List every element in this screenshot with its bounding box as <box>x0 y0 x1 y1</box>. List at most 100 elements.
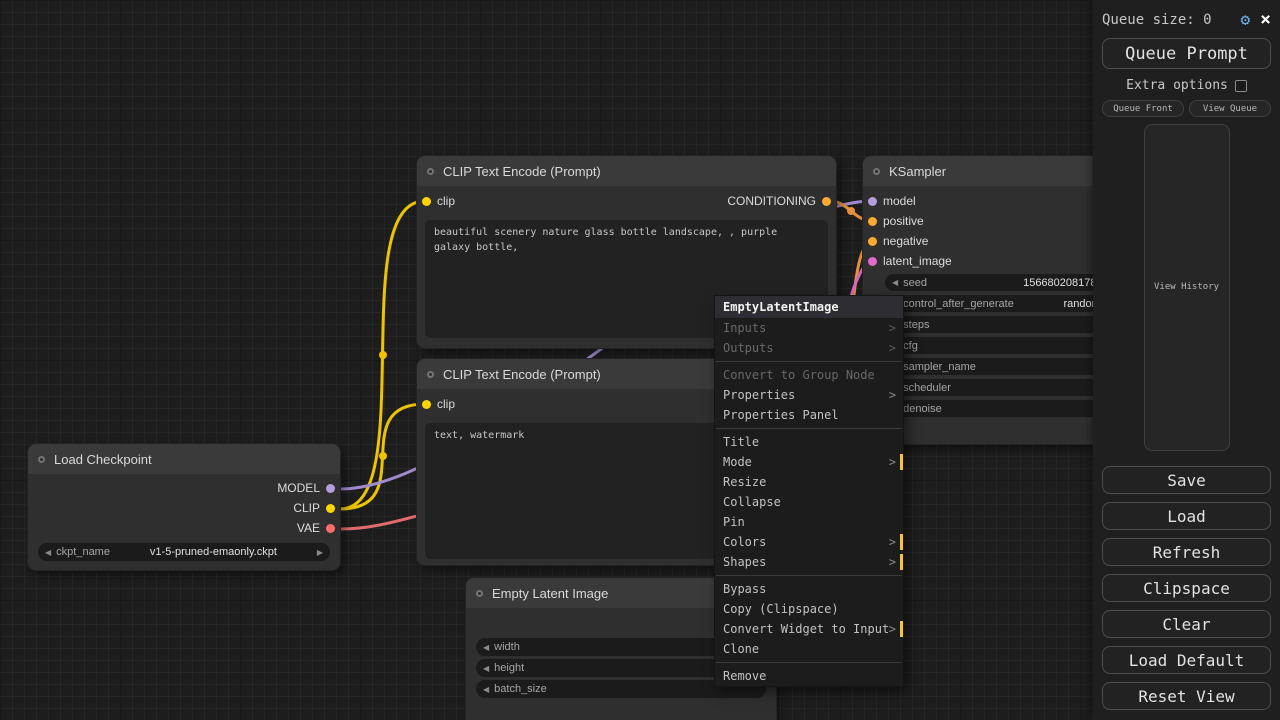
slot-label: VAE <box>296 521 320 535</box>
output-slot-vae[interactable]: VAE <box>297 521 335 535</box>
menu-item-outputs: Outputs <box>715 338 903 358</box>
node-status-icon <box>476 589 483 597</box>
node-title: Load Checkpoint <box>54 451 152 467</box>
latent-slot-icon[interactable] <box>868 256 877 266</box>
queue-size-label: Queue size: 0 <box>1102 11 1212 28</box>
slot-label: CLIP <box>293 501 320 515</box>
slot-label: positive <box>883 214 924 228</box>
node-title: CLIP Text Encode (Prompt) <box>443 163 601 179</box>
input-slot-latent-image[interactable]: latent_image <box>868 254 952 268</box>
queue-front-button[interactable]: Queue Front <box>1102 100 1184 117</box>
node-graph-canvas[interactable]: Load Checkpoint MODEL CLIP VAE ckpt_name… <box>0 0 1280 720</box>
close-icon[interactable]: × <box>1260 10 1271 29</box>
node-status-icon <box>38 455 45 463</box>
vae-slot-icon[interactable] <box>326 523 335 533</box>
widget-value: v1-5-pruned-emaonly.ckpt <box>149 546 277 558</box>
menu-item-collapse[interactable]: Collapse <box>715 492 903 512</box>
decrement-icon[interactable] <box>483 685 489 694</box>
decrement-icon[interactable] <box>483 664 489 673</box>
extra-options-label: Extra options <box>1126 78 1228 93</box>
menu-item-convert-widget-to-input[interactable]: Convert Widget to Input <box>715 619 903 639</box>
extra-options-checkbox[interactable] <box>1234 79 1247 92</box>
menu-item-remove[interactable]: Remove <box>715 666 903 686</box>
view-queue-button[interactable]: View Queue <box>1189 100 1271 117</box>
comfy-menu-panel: Queue size: 0 ⚙ × Queue Prompt Extra opt… <box>1093 0 1280 720</box>
menu-item-clone[interactable]: Clone <box>715 639 903 659</box>
conditioning-slot-icon[interactable] <box>822 196 831 206</box>
conditioning-slot-icon[interactable] <box>868 216 877 226</box>
menu-item-copy-clipspace[interactable]: Copy (Clipspace) <box>715 599 903 619</box>
output-slot-model[interactable]: MODEL <box>277 481 335 495</box>
menu-item-resize[interactable]: Resize <box>715 472 903 492</box>
model-slot-icon[interactable] <box>868 196 877 206</box>
widget-label: batch_size <box>494 683 547 695</box>
output-slot-clip[interactable]: CLIP <box>293 501 335 515</box>
widget-label: control_after_generate <box>903 297 1014 310</box>
ckpt-name-widget[interactable]: ckpt_name v1-5-pruned-emaonly.ckpt <box>38 543 330 561</box>
slot-label: latent_image <box>883 254 952 268</box>
menu-item-title[interactable]: Title <box>715 432 903 452</box>
node-title: Empty Latent Image <box>492 585 609 601</box>
widget-label: cfg <box>903 339 918 352</box>
clip-slot-icon[interactable] <box>422 196 431 206</box>
widget-value: 156680208178974 <box>1023 276 1115 289</box>
refresh-button[interactable]: Refresh <box>1102 538 1271 566</box>
menu-item-shapes[interactable]: Shapes <box>715 552 903 572</box>
model-slot-icon[interactable] <box>326 483 335 493</box>
menu-separator <box>716 662 902 663</box>
input-slot-clip[interactable]: clip <box>422 397 455 411</box>
output-slot-conditioning[interactable]: CONDITIONING <box>727 194 831 208</box>
slot-label: clip <box>437 397 456 411</box>
menu-separator <box>716 575 902 576</box>
view-history-button[interactable]: View History <box>1143 124 1230 451</box>
slot-label: negative <box>883 234 929 248</box>
menu-item-pin[interactable]: Pin <box>715 512 903 532</box>
menu-item-properties[interactable]: Properties <box>715 385 903 405</box>
save-button[interactable]: Save <box>1102 466 1271 494</box>
menu-item-colors[interactable]: Colors <box>715 532 903 552</box>
decrement-icon[interactable] <box>892 278 898 287</box>
node-header[interactable]: CLIP Text Encode (Prompt) <box>417 156 836 186</box>
context-menu-title: EmptyLatentImage <box>715 296 903 318</box>
widget-label: height <box>494 662 525 674</box>
widget-label: sampler_name <box>903 360 976 373</box>
menu-separator <box>716 428 902 429</box>
menu-item-mode[interactable]: Mode <box>715 452 903 472</box>
load-button[interactable]: Load <box>1102 502 1271 530</box>
clear-button[interactable]: Clear <box>1102 610 1271 638</box>
queue-prompt-button[interactable]: Queue Prompt <box>1102 38 1271 69</box>
reset-view-button[interactable]: Reset View <box>1102 682 1271 710</box>
node-status-icon <box>873 167 880 175</box>
clip-slot-icon[interactable] <box>326 503 335 513</box>
increment-icon[interactable] <box>317 548 323 557</box>
menu-item-bypass[interactable]: Bypass <box>715 579 903 599</box>
node-header[interactable]: Load Checkpoint <box>28 444 340 474</box>
input-slot-clip[interactable]: clip <box>422 194 455 208</box>
menu-separator <box>716 361 902 362</box>
load-default-button[interactable]: Load Default <box>1102 646 1271 674</box>
settings-gear-icon[interactable]: ⚙ <box>1241 10 1251 29</box>
menu-item-properties-panel[interactable]: Properties Panel <box>715 405 903 425</box>
conditioning-slot-icon[interactable] <box>868 236 877 246</box>
slot-label: CONDITIONING <box>727 194 816 208</box>
context-menu: EmptyLatentImage Inputs Outputs Convert … <box>714 295 904 687</box>
input-slot-positive[interactable]: positive <box>868 214 924 228</box>
widget-label: width <box>494 641 520 653</box>
widget-label: seed <box>903 276 928 289</box>
slot-label: model <box>883 194 916 208</box>
decrement-icon[interactable] <box>483 643 489 652</box>
node-title: KSampler <box>889 163 947 179</box>
widget-label: scheduler <box>903 381 951 394</box>
input-slot-model[interactable]: model <box>868 194 916 208</box>
node-load-checkpoint[interactable]: Load Checkpoint MODEL CLIP VAE ckpt_name… <box>28 444 340 570</box>
widget-label: steps <box>903 318 930 331</box>
menu-item-convert-to-group-node: Convert to Group Node <box>723 368 875 382</box>
slot-label: MODEL <box>277 481 320 495</box>
node-status-icon <box>427 167 434 175</box>
clipspace-button[interactable]: Clipspace <box>1102 574 1271 602</box>
menu-item-inputs: Inputs <box>715 318 903 338</box>
clip-slot-icon[interactable] <box>422 399 431 409</box>
input-slot-negative[interactable]: negative <box>868 234 928 248</box>
decrement-icon[interactable] <box>45 548 51 557</box>
node-status-icon <box>427 370 434 378</box>
